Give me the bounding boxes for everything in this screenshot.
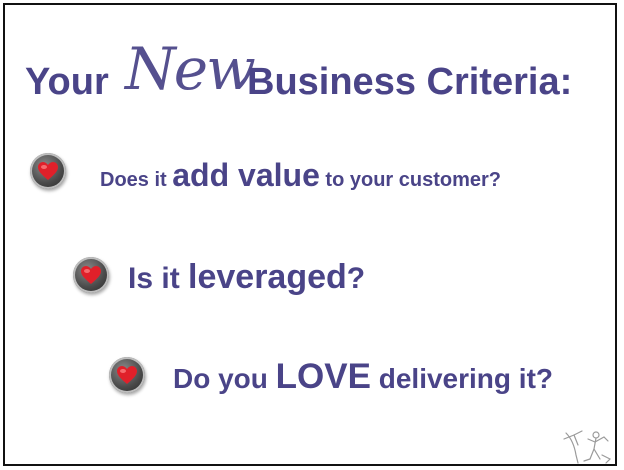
title-rest: Business Criteria: — [247, 61, 573, 103]
bullet-emphasis: LOVE — [275, 357, 371, 396]
bullet-pre: Do you — [173, 363, 276, 394]
bullet-text-1: Does it add value to your customer? — [100, 153, 501, 202]
bullet-post: ? — [346, 262, 366, 295]
bullet-emphasis: add value — [172, 157, 320, 193]
heart-icon — [73, 257, 109, 293]
bullet-pre: Is it — [128, 262, 189, 295]
slide-title: Your New Business Criteria: — [25, 33, 615, 117]
title-word-your: Your — [25, 61, 109, 103]
bullet-text-2: Is it leveraged? — [128, 255, 365, 301]
heart-icon — [30, 153, 66, 189]
bullet-post: to your customer? — [319, 169, 501, 191]
title-word-new: New — [125, 35, 256, 103]
bullet-post: delivering it? — [370, 363, 553, 394]
bullet-pre: Does it — [100, 169, 173, 191]
bullet-item-1: Does it add value to your customer? — [30, 153, 620, 197]
bullet-item-2: Is it leveraged? — [73, 255, 613, 299]
logo-mark — [563, 430, 612, 464]
bullet-text-3: Do you LOVE delivering it? — [173, 355, 553, 401]
bullet-item-3: Do you LOVE delivering it? — [109, 355, 619, 399]
slide: Your New Business Criteria: Does it add … — [3, 3, 617, 466]
heart-icon — [109, 357, 145, 393]
bullet-emphasis: leveraged — [188, 258, 347, 296]
